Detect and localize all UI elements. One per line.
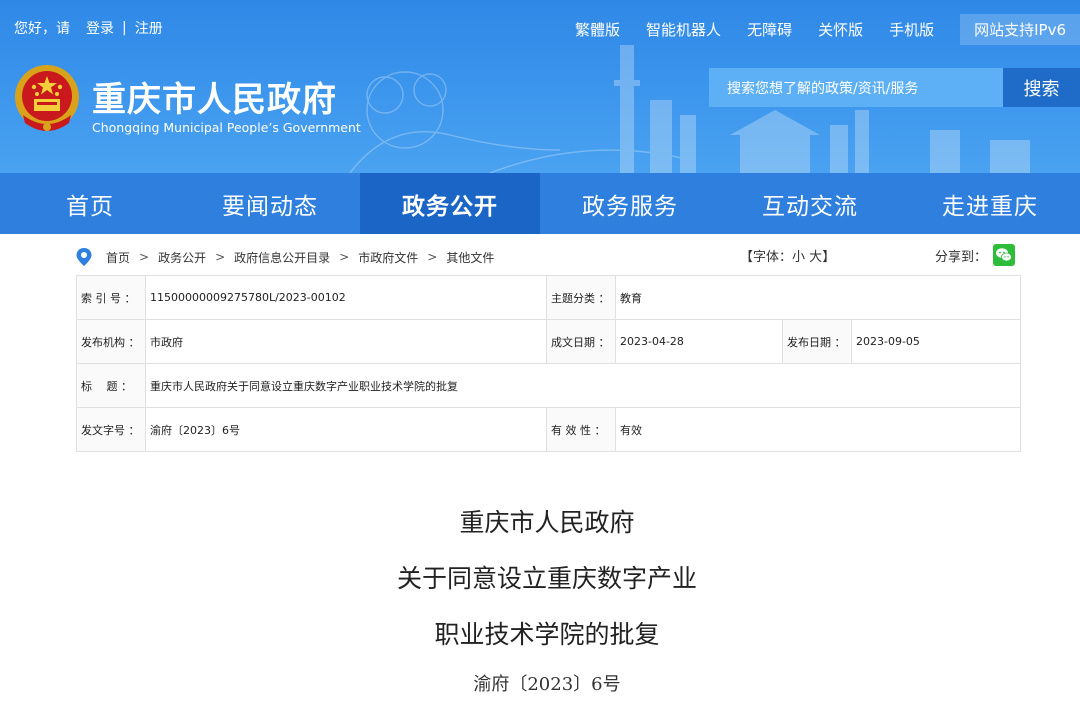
- table-row: 发布机构 ： 市政府 成文日期 ： 2023-04-28 发布日期 ： 2023…: [76, 319, 1022, 364]
- validity-value: 有效: [614, 407, 1022, 452]
- mobile-version-link[interactable]: 手机版: [889, 19, 934, 40]
- breadcrumb-separator: >: [215, 250, 226, 264]
- document-number: 渝府〔2023〕6号: [473, 674, 621, 695]
- main-nav: 首页 要闻动态 政务公开 政务服务 互动交流 走进重庆: [0, 173, 1080, 234]
- table-row: 标 题 ： 重庆市人民政府关于同意设立重庆数字产业职业技术学院的批复: [76, 363, 1022, 408]
- national-emblem-icon[interactable]: [13, 63, 81, 135]
- site-header: 您好，请 登录 | 注册 繁體版 智能机器人 无障碍 关怀版 手机版 网站支持I…: [0, 0, 1080, 173]
- document-number-value: 渝府〔2023〕6号: [145, 407, 547, 452]
- greeting-text: 您好，请: [14, 21, 70, 37]
- table-row: 索 引 号 ： 11500000009275780L/2023-00102 主题…: [76, 275, 1022, 320]
- login-link[interactable]: 登录: [86, 18, 114, 38]
- breadcrumb-separator: >: [427, 250, 438, 264]
- breadcrumb-other-documents[interactable]: 其他文件: [446, 249, 494, 266]
- issuing-agency-label: 发布机构 ：: [76, 319, 146, 364]
- validity-label: 有 效 性 ：: [546, 407, 616, 452]
- topic-category-value: 教育: [614, 275, 1022, 320]
- nav-news[interactable]: 要闻动态: [180, 173, 360, 234]
- traditional-chinese-link[interactable]: 繁體版: [575, 19, 620, 40]
- index-number-label: 索 引 号 ：: [76, 275, 146, 320]
- breadcrumb-government-affairs[interactable]: 政务公开: [158, 249, 206, 266]
- nav-home[interactable]: 首页: [0, 173, 180, 234]
- ipv6-badge: 网站支持IPv6: [960, 14, 1080, 45]
- document-title-line-1: 重庆市人民政府: [459, 508, 635, 537]
- site-subtitle: Chongqing Municipal People’s Government: [92, 120, 361, 135]
- document-number-label: 发文字号 ：: [76, 407, 146, 452]
- nav-government-affairs[interactable]: 政务公开: [360, 173, 540, 234]
- nav-about-chongqing[interactable]: 走进重庆: [900, 173, 1080, 234]
- table-row: 发文字号 ： 渝府〔2023〕6号 有 效 性 ： 有效: [76, 407, 1022, 452]
- share-label: 分享到：: [935, 249, 988, 265]
- index-number-value: 11500000009275780L/2023-00102: [145, 275, 547, 320]
- document-title-line-2: 关于同意设立重庆数字产业: [396, 564, 697, 593]
- top-bar: 您好，请 登录 | 注册 繁體版 智能机器人 无障碍 关怀版 手机版 网站支持I…: [0, 0, 1080, 56]
- written-date-value: 2023-04-28: [615, 319, 783, 364]
- search-input[interactable]: 搜索您想了解的政策/资讯/服务: [709, 68, 1003, 107]
- register-link[interactable]: 注册: [135, 18, 163, 38]
- document-title-line-3: 职业技术学院的批复: [434, 620, 660, 649]
- breadcrumb-municipal-documents[interactable]: 市政府文件: [358, 249, 418, 266]
- smart-robot-link[interactable]: 智能机器人: [646, 19, 721, 40]
- login-divider: |: [122, 20, 127, 36]
- font-size-label: 【字体：: [740, 250, 793, 265]
- breadcrumb-info-catalog[interactable]: 政府信息公开目录: [234, 249, 330, 266]
- title-value: 重庆市人民政府关于同意设立重庆数字产业职业技术学院的批复: [144, 363, 1022, 408]
- topic-category-label: 主题分类 ：: [546, 275, 616, 320]
- font-size-large-button[interactable]: 大: [809, 250, 822, 265]
- location-pin-icon: [76, 248, 92, 266]
- share-area: 分享到：: [935, 244, 1016, 266]
- document-info-table: 索 引 号 ： 11500000009275780L/2023-00102 主题…: [76, 275, 1022, 452]
- wechat-share-icon[interactable]: [993, 244, 1016, 266]
- issuing-agency-value: 市政府: [145, 319, 547, 364]
- font-size-control: 【字体：小 大】: [740, 246, 835, 265]
- font-size-close: 】: [822, 250, 836, 265]
- search-button[interactable]: 搜索: [1003, 68, 1080, 107]
- publish-date-value: 2023-09-05: [850, 319, 1022, 364]
- written-date-label: 成文日期 ：: [546, 319, 616, 364]
- care-version-link[interactable]: 关怀版: [818, 19, 863, 40]
- breadcrumb: 首页 > 政务公开 > 政府信息公开目录 > 市政府文件 > 其他文件: [76, 244, 1020, 270]
- accessibility-link[interactable]: 无障碍: [747, 19, 792, 40]
- site-title[interactable]: 重庆市人民政府: [92, 72, 337, 121]
- font-size-small-button[interactable]: 小: [792, 250, 805, 265]
- publish-date-label: 发布日期 ：: [782, 319, 852, 364]
- breadcrumb-separator: >: [139, 250, 150, 264]
- breadcrumb-separator: >: [339, 250, 350, 264]
- breadcrumb-home[interactable]: 首页: [106, 249, 130, 266]
- nav-services[interactable]: 政务服务: [540, 173, 720, 234]
- nav-interaction[interactable]: 互动交流: [720, 173, 900, 234]
- title-label: 标 题 ：: [76, 363, 146, 408]
